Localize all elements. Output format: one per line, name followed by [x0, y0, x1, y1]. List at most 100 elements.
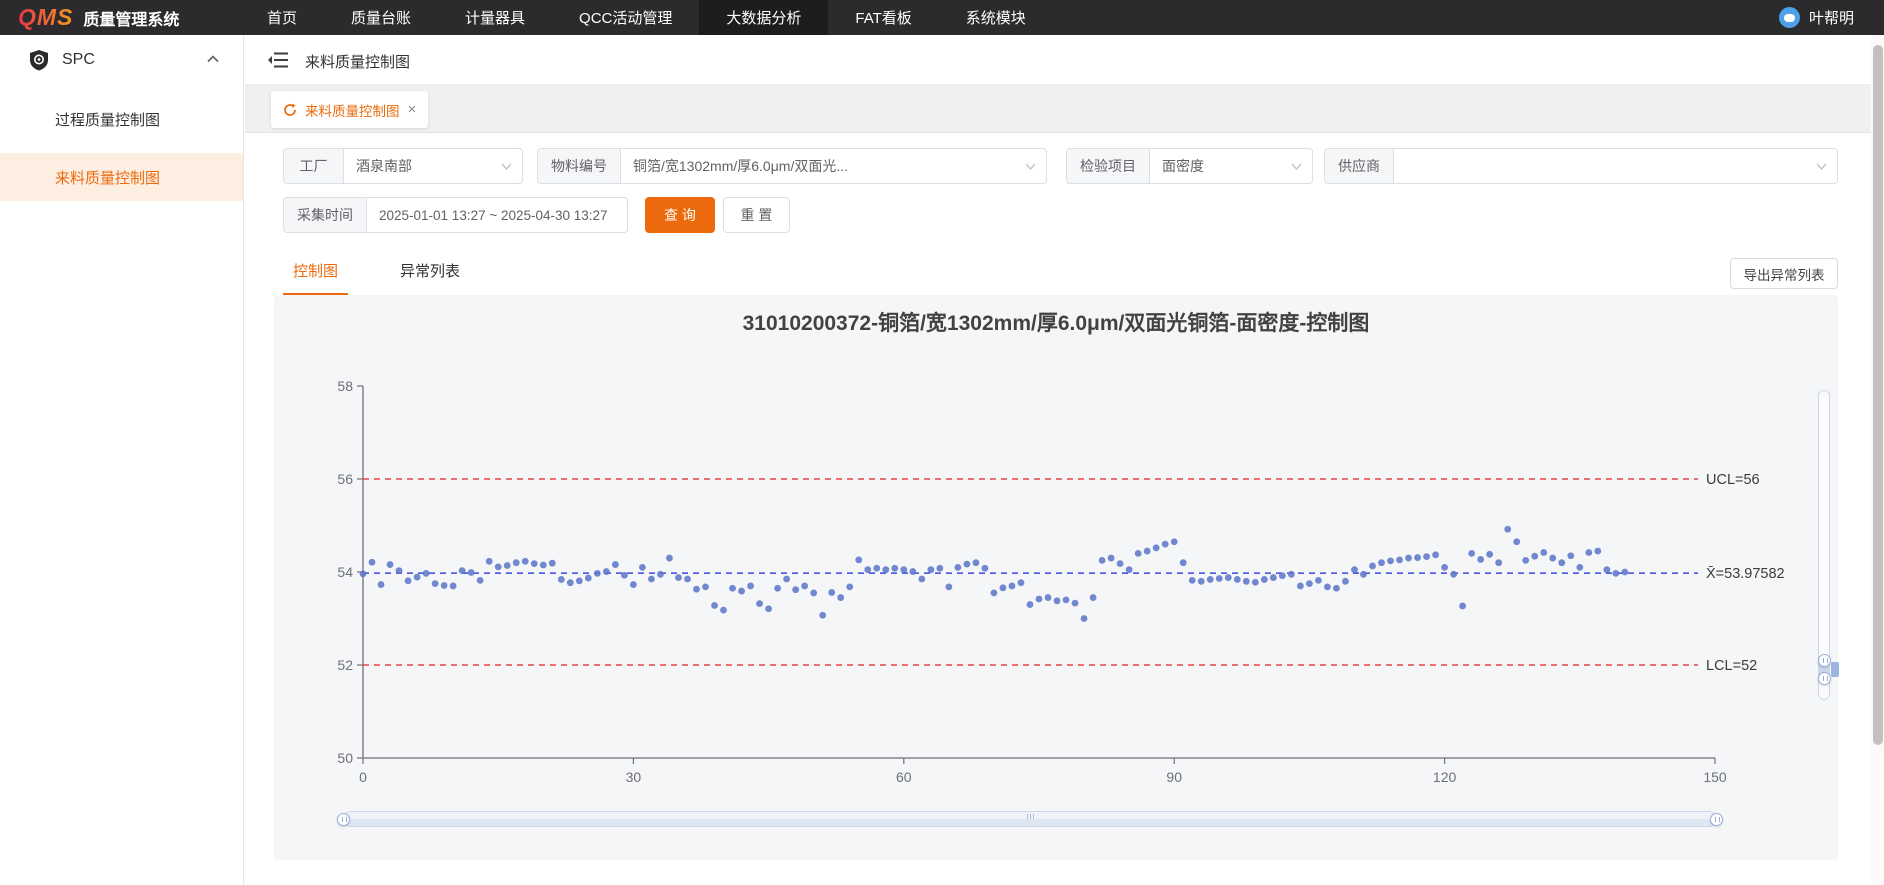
data-point	[828, 589, 835, 596]
collect-time-value[interactable]: 2025-01-01 13:27 ~ 2025-04-30 13:27	[367, 208, 627, 223]
data-point	[1117, 560, 1124, 567]
data-point	[558, 576, 565, 583]
control-chart-panel: 31010200372-铜箔/宽1302mm/厚6.0μm/双面光铜箔-面密度-…	[274, 295, 1838, 860]
data-point	[630, 581, 637, 588]
data-point	[909, 568, 916, 575]
page-scrollbar[interactable]	[1871, 35, 1884, 885]
nav-item-measuring-tools[interactable]: 计量器具	[438, 0, 552, 35]
datazoom-right-handle[interactable]	[1710, 813, 1723, 826]
data-point	[982, 565, 989, 572]
data-point	[855, 557, 862, 564]
reset-button[interactable]: 重 置	[723, 197, 790, 233]
nav-item-system[interactable]: 系统模块	[939, 0, 1053, 35]
material-code-select[interactable]: 物料编号 铜箔/宽1302mm/厚6.0μm/双面光...	[537, 148, 1047, 184]
tab-control-chart[interactable]: 控制图	[283, 250, 348, 296]
y-axis-tick-label: 50	[337, 750, 353, 766]
sidebar-group-spc[interactable]: SPC	[0, 35, 243, 85]
data-point	[837, 594, 844, 601]
data-point	[1603, 566, 1610, 573]
vertical-datazoom-slider[interactable]	[1818, 390, 1830, 700]
app-logo: QMS 质量管理系统	[18, 0, 179, 35]
nav-item-quality-ledger[interactable]: 质量台账	[324, 0, 438, 35]
data-point	[468, 569, 475, 576]
data-point	[729, 585, 736, 592]
data-point	[1531, 553, 1538, 560]
data-point	[1090, 594, 1097, 601]
data-point	[504, 562, 511, 569]
data-point	[441, 582, 448, 589]
user-menu[interactable]: 叶帮明	[1779, 0, 1854, 35]
nav-item-bigdata[interactable]: 大数据分析	[699, 0, 828, 35]
tab-exception-list[interactable]: 异常列表	[390, 250, 470, 296]
data-point	[1171, 538, 1178, 545]
sidebar-item-incoming-control-chart[interactable]: 来料质量控制图	[0, 153, 243, 201]
data-point	[1081, 615, 1088, 622]
data-point	[1459, 603, 1466, 610]
data-point	[765, 605, 772, 612]
sidebar: SPC 过程质量控制图 来料质量控制图	[0, 35, 244, 885]
page-scrollbar-thumb[interactable]	[1873, 45, 1883, 745]
data-point	[1360, 571, 1367, 578]
nav-item-home[interactable]: 首页	[240, 0, 324, 35]
data-point	[369, 559, 376, 566]
data-point	[1144, 548, 1151, 555]
factory-select[interactable]: 工厂 酒泉南部	[283, 148, 523, 184]
data-point	[819, 612, 826, 619]
inspection-item-select[interactable]: 检验项目 面密度	[1066, 148, 1313, 184]
factory-value[interactable]: 酒泉南部	[344, 156, 501, 176]
data-point	[702, 583, 709, 590]
data-point	[801, 583, 808, 590]
data-point	[675, 574, 682, 581]
supplier-select[interactable]: 供应商	[1324, 148, 1838, 184]
datazoom-left-handle[interactable]	[337, 813, 350, 826]
data-point	[882, 566, 889, 573]
nav-item-fat[interactable]: FAT看板	[828, 0, 938, 35]
inspection-item-value[interactable]: 面密度	[1150, 156, 1291, 176]
data-point	[720, 607, 727, 614]
data-point	[378, 581, 385, 588]
data-point	[648, 576, 655, 583]
collapse-menu-icon[interactable]	[267, 51, 289, 69]
data-point	[1585, 549, 1592, 556]
data-point	[1099, 557, 1106, 564]
datazoom-grip-icon[interactable]	[1022, 814, 1038, 819]
user-name: 叶帮明	[1809, 7, 1854, 28]
data-point	[450, 583, 457, 590]
chevron-down-icon	[1025, 163, 1036, 170]
horizontal-datazoom-slider[interactable]	[343, 811, 1717, 827]
export-exception-list-button[interactable]: 导出异常列表	[1730, 258, 1838, 289]
data-point	[1045, 594, 1052, 601]
sidebar-item-process-control-chart[interactable]: 过程质量控制图	[0, 95, 243, 143]
data-point	[666, 555, 673, 562]
nav-item-qcc[interactable]: QCC活动管理	[552, 0, 699, 35]
data-point	[1621, 569, 1628, 576]
data-point	[1027, 601, 1034, 608]
close-icon[interactable]: ×	[408, 102, 417, 117]
data-point	[1180, 559, 1187, 566]
data-point	[1468, 550, 1475, 557]
collect-time-range-picker[interactable]: 采集时间 2025-01-01 13:27 ~ 2025-04-30 13:27	[283, 197, 628, 233]
data-point	[1594, 548, 1601, 555]
data-point	[954, 564, 961, 571]
data-point	[1441, 564, 1448, 571]
data-point	[918, 576, 925, 583]
vertical-datazoom-grip[interactable]	[1831, 662, 1839, 677]
lcl-line-label: LCL=52	[1706, 658, 1757, 674]
vertical-datazoom-top-handle[interactable]	[1818, 654, 1831, 667]
data-point	[1567, 552, 1574, 559]
search-button[interactable]: 查 询	[645, 197, 715, 233]
data-point	[1513, 538, 1520, 545]
data-point	[1450, 571, 1457, 578]
refresh-icon[interactable]	[283, 103, 297, 117]
data-point	[846, 583, 853, 590]
data-point	[1234, 576, 1241, 583]
data-point	[1072, 600, 1079, 607]
vertical-datazoom-bottom-handle[interactable]	[1818, 672, 1831, 685]
material-code-value[interactable]: 铜箔/宽1302mm/厚6.0μm/双面光...	[621, 156, 1025, 176]
tab-chip-incoming-control-chart[interactable]: 来料质量控制图 ×	[271, 91, 428, 128]
data-point	[1009, 583, 1016, 590]
data-point	[621, 572, 628, 579]
data-point	[756, 600, 763, 607]
data-point	[1162, 541, 1169, 548]
center-line-label: X̄=53.97582	[1706, 566, 1785, 582]
